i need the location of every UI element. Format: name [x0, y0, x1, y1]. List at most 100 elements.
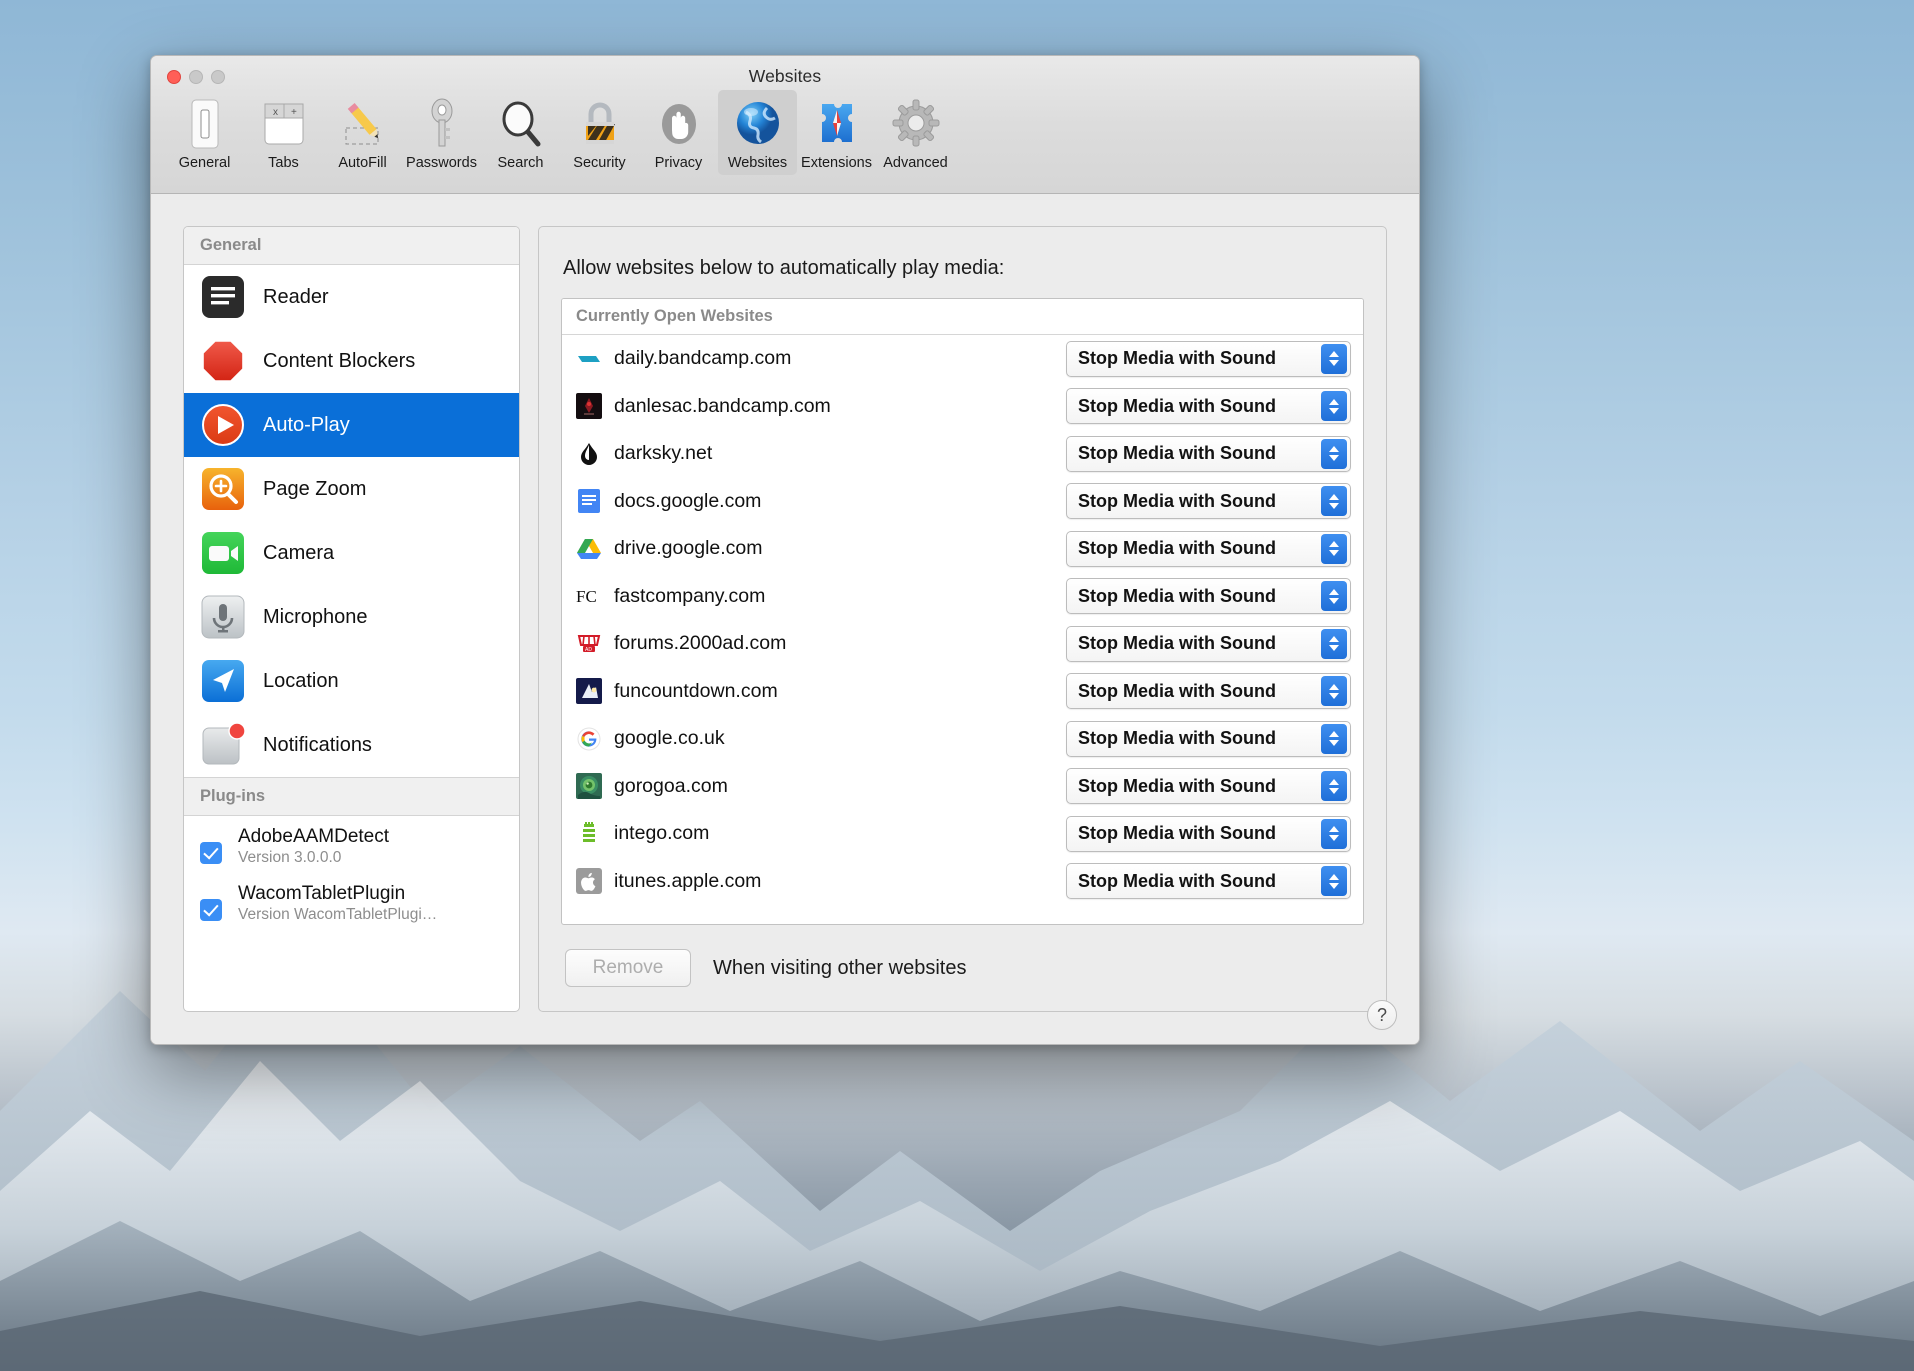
toolbar-item-extensions[interactable]: Extensions [797, 90, 876, 175]
autoplay-setting-popup[interactable]: Stop Media with Sound [1066, 768, 1351, 805]
toolbar-label: Search [497, 155, 544, 171]
gear-icon [876, 95, 955, 153]
chevron-updown-icon[interactable] [1321, 676, 1347, 707]
toolbar-item-general[interactable]: General [165, 90, 244, 175]
sidebar-item-notifications[interactable]: Notifications [184, 713, 519, 777]
plugin-checkbox[interactable] [200, 899, 222, 921]
autoplay-setting-value: Stop Media with Sound [1078, 490, 1276, 511]
autoplay-setting-popup[interactable]: Stop Media with Sound [1066, 340, 1351, 377]
website-domain: forums.2000ad.com [614, 632, 787, 655]
table-row[interactable]: itunes.apple.com Stop Media with Sound [562, 858, 1363, 906]
chevron-updown-icon[interactable] [1321, 866, 1347, 897]
close-button[interactable] [167, 70, 181, 84]
chevron-updown-icon[interactable] [1321, 723, 1347, 754]
intego-favicon [576, 821, 602, 847]
globe-icon [718, 95, 797, 153]
chevron-updown-icon[interactable] [1321, 533, 1347, 564]
sidebar-item-label: Notifications [263, 733, 372, 756]
sidebar-item-label: Microphone [263, 605, 368, 628]
minimize-button[interactable] [189, 70, 203, 84]
sidebar-item-microphone[interactable]: Microphone [184, 585, 519, 649]
autoplay-setting-popup[interactable]: Stop Media with Sound [1066, 720, 1351, 757]
plugin-version: Version WacomTabletPlugi… [238, 906, 438, 923]
sidebar-item-label: Page Zoom [263, 477, 367, 500]
general-icon [165, 95, 244, 153]
google-favicon [576, 726, 602, 752]
autoplay-setting-popup[interactable]: Stop Media with Sound [1066, 625, 1351, 662]
autoplay-setting-popup[interactable]: Stop Media with Sound [1066, 530, 1351, 567]
settings-sidebar: General Reader Content Blockers Auto-Pla… [183, 226, 520, 1012]
sidebar-item-reader[interactable]: Reader [184, 265, 519, 329]
sidebar-item-content-blockers[interactable]: Content Blockers [184, 329, 519, 393]
svg-text:FC: FC [576, 587, 597, 606]
toolbar-label: Advanced [883, 155, 948, 171]
table-row[interactable]: gorogoa.com Stop Media with Sound [562, 763, 1363, 811]
chevron-updown-icon[interactable] [1321, 818, 1347, 849]
toolbar-item-passwords[interactable]: Passwords [402, 90, 481, 175]
chevron-updown-icon[interactable] [1321, 343, 1347, 374]
tabs-icon: x + [244, 95, 323, 153]
autoplay-setting-popup[interactable]: Stop Media with Sound [1066, 388, 1351, 425]
websites-table: Currently Open Websites daily.bandcamp.c… [561, 298, 1364, 925]
toolbar-item-privacy[interactable]: Privacy [639, 90, 718, 175]
toolbar-item-autofill[interactable]: AutoFill [323, 90, 402, 175]
toolbar-item-websites[interactable]: Websites [718, 90, 797, 175]
autoplay-setting-value: Stop Media with Sound [1078, 728, 1276, 749]
sidebar-item-camera[interactable]: Camera [184, 521, 519, 585]
autoplay-setting-popup[interactable]: Stop Media with Sound [1066, 815, 1351, 852]
toolbar-item-security[interactable]: Security [560, 90, 639, 175]
website-domain: docs.google.com [614, 489, 762, 512]
autoplay-setting-value: Stop Media with Sound [1078, 395, 1276, 416]
toolbar-item-advanced[interactable]: Advanced [876, 90, 955, 175]
table-row[interactable]: FC fastcompany.com Stop Media with Sound [562, 573, 1363, 621]
chevron-updown-icon[interactable] [1321, 438, 1347, 469]
bell-badge-icon [200, 722, 246, 768]
key-icon [402, 95, 481, 153]
plugin-checkbox[interactable] [200, 842, 222, 864]
chevron-updown-icon[interactable] [1321, 581, 1347, 612]
window-titlebar: Websites General x + Tabs AutoFill Passw… [151, 56, 1419, 194]
table-row[interactable]: drive.google.com Stop Media with Sound [562, 525, 1363, 573]
plugins-list: AdobeAAMDetect Version 3.0.0.0 WacomTabl… [184, 816, 519, 930]
table-row[interactable]: intego.com Stop Media with Sound [562, 810, 1363, 858]
list-item[interactable]: AdobeAAMDetect Version 3.0.0.0 [184, 816, 519, 873]
chevron-updown-icon[interactable] [1321, 391, 1347, 422]
location-icon [200, 658, 246, 704]
remove-button[interactable]: Remove [565, 949, 691, 987]
autoplay-setting-value: Stop Media with Sound [1078, 823, 1276, 844]
svg-text:AD: AD [585, 647, 592, 653]
autoplay-setting-popup[interactable]: Stop Media with Sound [1066, 578, 1351, 615]
table-row[interactable]: funcountdown.com Stop Media with Sound [562, 668, 1363, 716]
toolbar-item-tabs[interactable]: x + Tabs [244, 90, 323, 175]
zoom-button[interactable] [211, 70, 225, 84]
website-rows: daily.bandcamp.com Stop Media with Sound d… [562, 335, 1363, 905]
autoplay-setting-popup[interactable]: Stop Media with Sound [1066, 673, 1351, 710]
table-row[interactable]: daily.bandcamp.com Stop Media with Sound [562, 335, 1363, 383]
autoplay-setting-popup[interactable]: Stop Media with Sound [1066, 435, 1351, 472]
chevron-updown-icon[interactable] [1321, 771, 1347, 802]
table-row[interactable]: google.co.uk Stop Media with Sound [562, 715, 1363, 763]
help-button[interactable]: ? [1367, 1000, 1397, 1030]
autoplay-setting-popup[interactable]: Stop Media with Sound [1066, 863, 1351, 900]
page-title: Allow websites below to automatically pl… [563, 257, 1005, 279]
zoom-icon [200, 466, 246, 512]
sidebar-item-location[interactable]: Location [184, 649, 519, 713]
sidebar-item-page-zoom[interactable]: Page Zoom [184, 457, 519, 521]
preferences-toolbar: General x + Tabs AutoFill Passwords Sear… [151, 90, 1419, 175]
table-row[interactable]: docs.google.com Stop Media with Sound [562, 478, 1363, 526]
table-row[interactable]: danlesac.bandcamp.com Stop Media with Sou… [562, 383, 1363, 431]
autoplay-setting-popup[interactable]: Stop Media with Sound [1066, 483, 1351, 520]
compass-icon [797, 95, 876, 153]
toolbar-label: Websites [727, 155, 788, 171]
website-domain: daily.bandcamp.com [614, 347, 792, 370]
sidebar-item-auto-play[interactable]: Auto-Play [184, 393, 519, 457]
toolbar-item-search[interactable]: Search [481, 90, 560, 175]
preferences-content: General Reader Content Blockers Auto-Pla… [151, 194, 1419, 1044]
list-item[interactable]: WacomTabletPlugin Version WacomTabletPlu… [184, 873, 519, 930]
autoplay-setting-value: Stop Media with Sound [1078, 348, 1276, 369]
table-row[interactable]: darksky.net Stop Media with Sound [562, 430, 1363, 478]
chevron-updown-icon[interactable] [1321, 486, 1347, 517]
chevron-updown-icon[interactable] [1321, 628, 1347, 659]
2000ad-favicon: AD [576, 631, 602, 657]
table-row[interactable]: AD forums.2000ad.com Stop Media with Sound [562, 620, 1363, 668]
